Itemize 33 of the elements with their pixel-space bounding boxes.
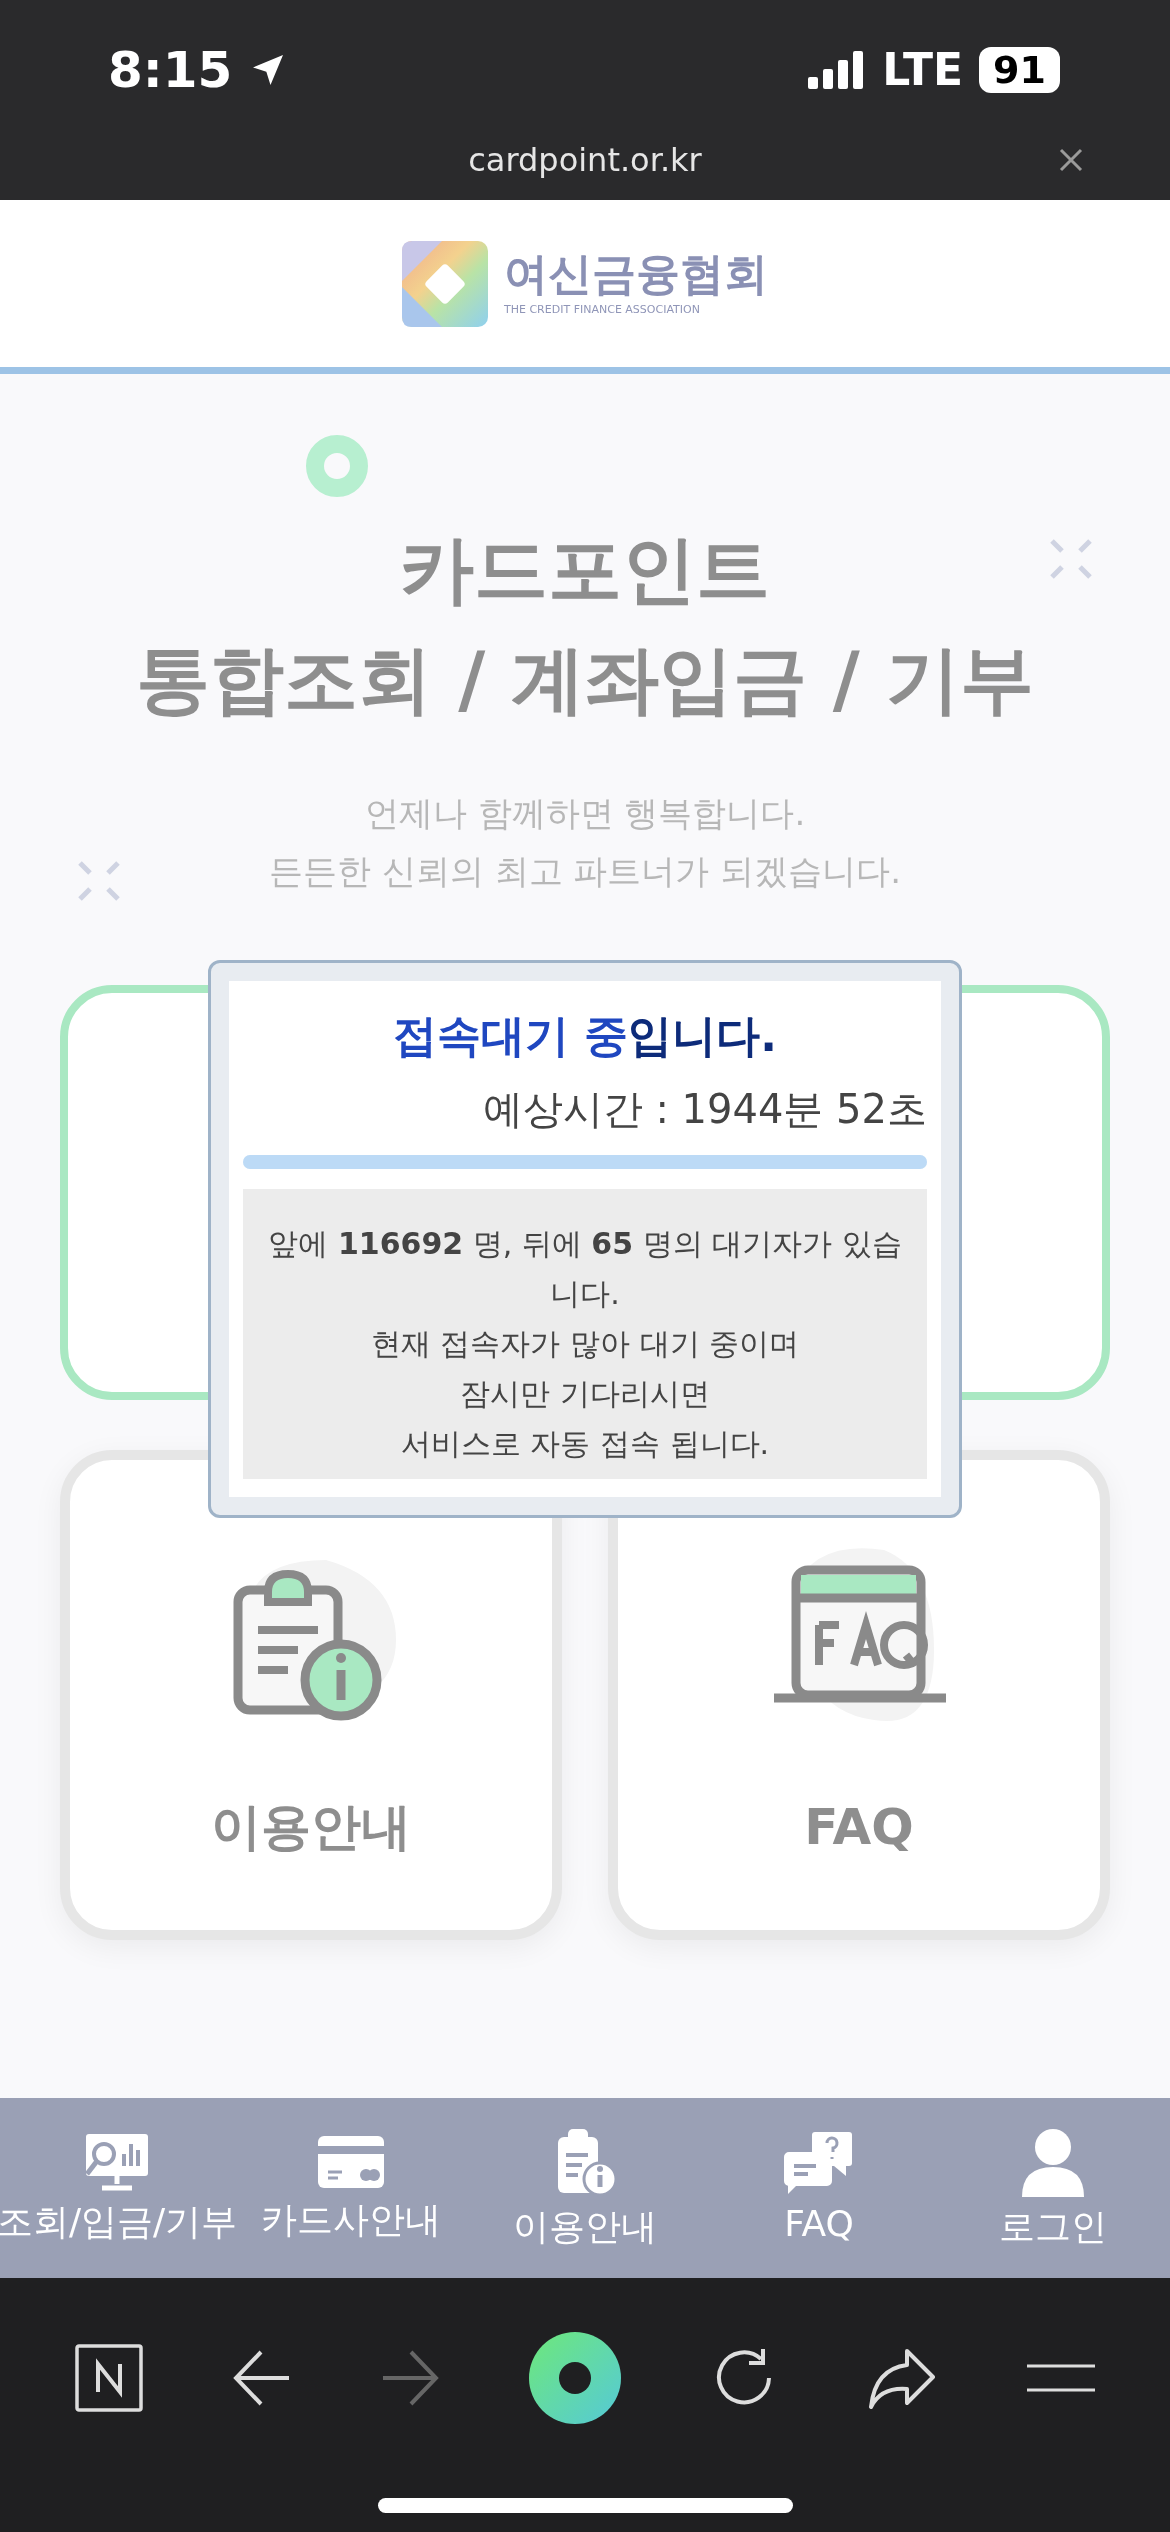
nav-tab[interactable]: 로그인 xyxy=(936,2127,1170,2249)
hero-title: 카드포인트 xyxy=(400,525,770,614)
ring-icon[interactable] xyxy=(529,2332,621,2424)
chat-bubbles-icon xyxy=(784,2130,854,2195)
hero-subtitle: 언제나 함께하면 행복합니다. xyxy=(364,792,806,835)
network-type: LTE xyxy=(882,43,964,97)
nav-tab[interactable]: 조회/입금/기부 xyxy=(0,2132,234,2244)
menu-icon[interactable] xyxy=(1027,2363,1095,2393)
url-text: cardpoint.or.kr xyxy=(468,140,702,180)
clock-time: 8:15 xyxy=(108,39,233,101)
n-logo-icon[interactable] xyxy=(75,2344,143,2412)
back-arrow-icon[interactable] xyxy=(233,2350,291,2406)
hero-title: 통합조회 / 계좌입금 / 기부 xyxy=(136,635,1034,724)
hero-subtitle: 든든한 신뢰의 최고 파트너가 되겠습니다. xyxy=(268,850,901,893)
sparkle-decoration xyxy=(78,861,120,901)
ring-decoration xyxy=(305,434,369,498)
estimated-time: 예상시간 : 1944분 52초 xyxy=(481,1085,927,1134)
logo-name: 여신금융협회 xyxy=(504,252,768,296)
nav-tab[interactable]: 이용안내 xyxy=(468,2127,702,2249)
nav-tab[interactable]: FAQ xyxy=(702,2130,936,2246)
notice-text: 현재 접속자가 많아 대기 중이며 xyxy=(369,1325,801,1363)
close-icon[interactable] xyxy=(1059,148,1083,172)
notice-text: 잠시만 기다리시면 xyxy=(459,1375,711,1413)
share-arrow-icon[interactable] xyxy=(867,2347,937,2409)
nav-tab[interactable]: 카드사안내 xyxy=(234,2134,468,2242)
dialog-title: 접속대기 중입니다. xyxy=(391,1009,778,1063)
battery-level: 91 xyxy=(979,47,1060,93)
sparkle-decoration xyxy=(1050,539,1092,579)
logo-subtitle: THE CREDIT FINANCE ASSOCIATION xyxy=(504,304,701,315)
user-icon xyxy=(1020,2127,1086,2198)
credit-card-icon xyxy=(316,2134,386,2191)
queue-message: 앞에 116692 명, 뒤에 65 명의 대기자가 있습니다. xyxy=(267,1225,903,1313)
logo-icon xyxy=(402,240,488,327)
